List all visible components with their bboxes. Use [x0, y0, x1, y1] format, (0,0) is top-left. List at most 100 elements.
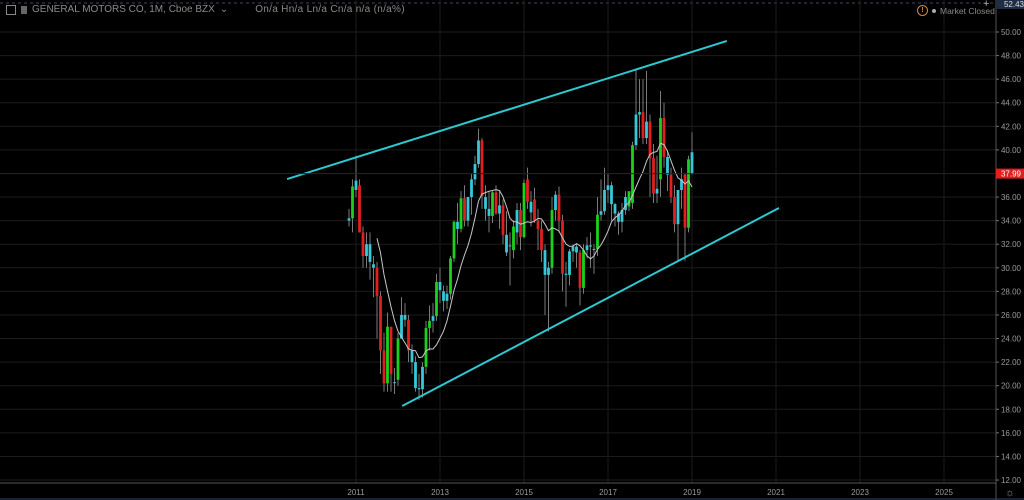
candle-body [372, 264, 375, 268]
candle-body [494, 192, 498, 214]
y-tick-label: 28.00 [1001, 287, 1022, 296]
y-tick-label: 24.00 [1001, 335, 1022, 344]
candle-body [592, 248, 596, 250]
candle-body [673, 197, 676, 225]
y-tick-label: 16.00 [1001, 429, 1022, 438]
candle-body [365, 244, 368, 257]
candle-body [473, 164, 477, 180]
candle-body [358, 185, 361, 233]
y-tick-label: 42.00 [1001, 122, 1022, 131]
last-price-label: 37.99 [1001, 170, 1022, 179]
candle-body [498, 205, 501, 214]
candle-body [522, 182, 526, 238]
candle [631, 141, 634, 209]
candle-body [470, 179, 473, 198]
price-chart[interactable]: 50.0048.0046.0044.0042.0040.0038.0036.00… [0, 0, 1024, 500]
candle-body [690, 152, 694, 174]
candle-body [603, 189, 606, 212]
candle-body [582, 250, 585, 288]
candle-body [571, 246, 575, 252]
candle-body [442, 291, 445, 301]
y-tick-label: 12.00 [1001, 476, 1022, 485]
candle-body [529, 201, 533, 213]
candle-body [634, 114, 638, 146]
candle-body [368, 244, 372, 262]
candle-body [424, 327, 428, 367]
chart-background [0, 0, 1024, 500]
candle-body [480, 140, 484, 196]
candle-body [596, 214, 599, 249]
candle-body [407, 319, 410, 351]
candle [396, 332, 400, 386]
candle-body [554, 194, 557, 211]
layout-icon[interactable] [6, 4, 16, 15]
candle-body [589, 245, 592, 247]
y-tick-label: 30.00 [1001, 264, 1022, 273]
candle-body [347, 218, 351, 221]
x-tick-label: 2017 [599, 488, 617, 497]
candle-body [421, 366, 424, 390]
candle-body [662, 118, 666, 157]
y-tick-label: 36.00 [1001, 193, 1022, 202]
candle-body [648, 121, 652, 159]
candle-body [386, 326, 389, 384]
candle-body [466, 197, 470, 221]
y-tick-label: 44.00 [1001, 99, 1022, 108]
candle-body [526, 179, 529, 202]
y-tick-label: 22.00 [1001, 358, 1022, 367]
y-tick-label: 50.00 [1001, 28, 1022, 37]
candle-body [431, 316, 435, 321]
y-tick-label: 40.00 [1001, 146, 1022, 155]
candle-body [389, 326, 393, 374]
y-tick-label: 48.00 [1001, 52, 1022, 61]
x-tick-label: 2013 [431, 488, 449, 497]
candle-body [564, 273, 568, 275]
candle [522, 179, 526, 239]
candle-body [610, 185, 613, 205]
candle-body [687, 159, 690, 228]
candle-body [410, 350, 414, 363]
candle [449, 256, 452, 300]
candle-body [351, 186, 354, 219]
candle-body [459, 198, 463, 229]
chevron-down-icon[interactable]: ⌄ [220, 4, 228, 15]
candle-body [557, 194, 561, 221]
candle-body [484, 197, 487, 209]
candle-body [550, 210, 554, 268]
x-tick-label: 2015 [515, 488, 533, 497]
candle-body [655, 188, 659, 194]
candle-body [533, 199, 536, 221]
candle-body [463, 198, 466, 221]
warning-icon[interactable]: ! [917, 5, 928, 16]
symbol-color-icon [21, 5, 27, 14]
candle-body [652, 158, 655, 194]
candle-body [403, 314, 407, 320]
crosshair-icon: + [983, 0, 990, 10]
symbol-title[interactable]: GENERAL MOTORS CO, 1M, Cboe BZX [32, 4, 215, 15]
y-tick-label: 46.00 [1001, 75, 1022, 84]
candle-body [575, 246, 578, 253]
candle-body [379, 296, 382, 351]
candle-body [417, 388, 421, 390]
candle-body [638, 112, 641, 115]
candle-body [452, 221, 456, 259]
candle-body [508, 245, 512, 247]
candle-body [354, 180, 358, 190]
x-tick-label: 2011 [347, 488, 365, 497]
candle-body [540, 228, 543, 251]
candle-body [676, 189, 680, 225]
candle-body [477, 140, 480, 165]
settings-gear-icon[interactable]: ☼ [1005, 487, 1015, 499]
candle-body [491, 192, 494, 216]
candle-body [613, 204, 617, 214]
candle-body [435, 281, 438, 317]
candle-body [627, 191, 631, 207]
candle [687, 155, 690, 233]
candle-body [561, 220, 564, 274]
candle-body [606, 185, 610, 190]
status-dot-icon [932, 8, 936, 13]
crosshair-price-label: 52.43 [997, 0, 1024, 9]
candle-body [568, 251, 571, 275]
candle-body [375, 267, 379, 297]
candle-body [659, 118, 662, 180]
